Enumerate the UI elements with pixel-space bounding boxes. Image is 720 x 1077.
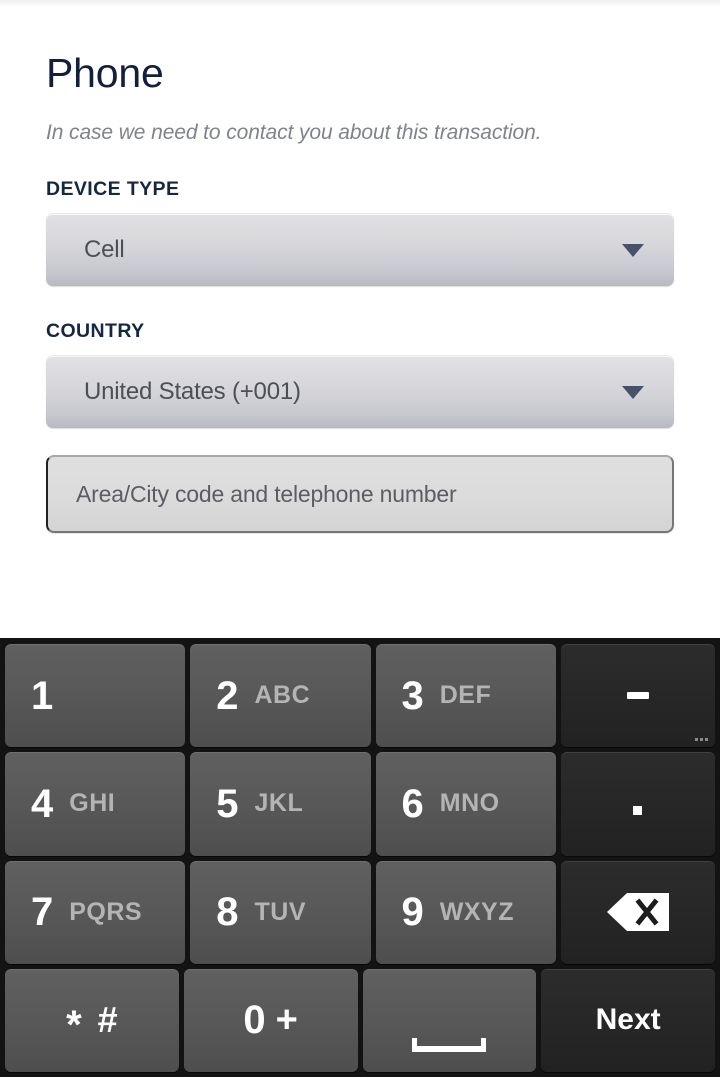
key-0-digit: 0 (243, 998, 266, 1043)
key-8[interactable]: 8 TUV (190, 860, 371, 964)
device-type-label: DEVICE TYPE (46, 178, 180, 201)
key-3-letters: DEF (439, 681, 492, 710)
key-8-letters: TUV (254, 897, 306, 926)
key-2-digit: 2 (216, 673, 239, 718)
dash-key-icon (626, 692, 649, 700)
key-0[interactable]: 0 + (183, 968, 358, 1072)
more-symbols-icon (695, 738, 708, 742)
phone-form: Phone In case we need to contact you abo… (0, 6, 720, 638)
period-key-icon (633, 806, 643, 816)
key-period[interactable] (560, 752, 715, 856)
key-next-label: Next (595, 1003, 661, 1037)
key-6-digit: 6 (401, 781, 424, 826)
country-value: United States (+001) (84, 378, 301, 406)
chevron-down-icon (622, 243, 644, 257)
on-screen-keypad: 1 2 ABC 3 DEF 4 GHI 5 JKL 6 MNO 7 PQRS 8… (0, 638, 720, 1077)
key-7-letters: PQRS (69, 897, 143, 926)
page-title: Phone (46, 50, 164, 96)
key-8-digit: 8 (216, 890, 239, 935)
keypad-row-4: * # 0 + Next (5, 968, 715, 1072)
country-select[interactable]: United States (+001) (46, 355, 674, 429)
phone-entry-screen: Phone In case we need to contact you abo… (0, 0, 720, 1077)
key-space[interactable] (362, 968, 537, 1072)
key-1-digit: 1 (31, 673, 54, 718)
key-6-letters: MNO (439, 789, 500, 818)
key-4-digit: 4 (31, 781, 54, 826)
device-type-select[interactable]: Cell (46, 213, 674, 287)
key-5-letters: JKL (254, 789, 304, 818)
key-9-letters: WXYZ (439, 897, 514, 926)
key-2-letters: ABC (254, 681, 311, 710)
key-backspace[interactable] (560, 860, 715, 964)
key-3-digit: 3 (401, 673, 424, 718)
key-dash[interactable] (560, 644, 715, 748)
key-star-hash[interactable]: * # (5, 968, 179, 1072)
key-next[interactable]: Next (541, 968, 715, 1072)
country-label: COUNTRY (46, 320, 145, 343)
key-7-digit: 7 (31, 890, 54, 935)
keypad-row-3: 7 PQRS 8 TUV 9 WXYZ (5, 860, 715, 964)
key-4[interactable]: 4 GHI (5, 752, 186, 856)
hash-icon: # (97, 999, 118, 1041)
key-1[interactable]: 1 (5, 644, 186, 748)
key-9[interactable]: 9 WXYZ (375, 860, 556, 964)
key-4-letters: GHI (69, 789, 116, 818)
asterisk-icon: * (66, 1003, 82, 1048)
key-5-digit: 5 (216, 781, 239, 826)
key-9-digit: 9 (401, 890, 424, 935)
keypad-row-2: 4 GHI 5 JKL 6 MNO (5, 752, 715, 856)
space-bar-icon (412, 1038, 487, 1052)
page-subtitle: In case we need to contact you about thi… (46, 121, 542, 145)
star-hash-glyphs: * # (66, 999, 118, 1048)
key-2[interactable]: 2 ABC (190, 644, 371, 748)
keypad-row-1: 1 2 ABC 3 DEF (5, 644, 715, 748)
chevron-down-icon (622, 385, 644, 399)
backspace-icon (606, 893, 669, 932)
key-5[interactable]: 5 JKL (190, 752, 371, 856)
device-type-value: Cell (84, 236, 125, 264)
key-3[interactable]: 3 DEF (375, 644, 556, 748)
zero-plus-glyphs: 0 + (243, 1000, 297, 1040)
plus-icon: + (275, 999, 298, 1042)
key-6[interactable]: 6 MNO (375, 752, 556, 856)
key-7[interactable]: 7 PQRS (5, 860, 186, 964)
phone-number-input[interactable] (46, 455, 674, 534)
